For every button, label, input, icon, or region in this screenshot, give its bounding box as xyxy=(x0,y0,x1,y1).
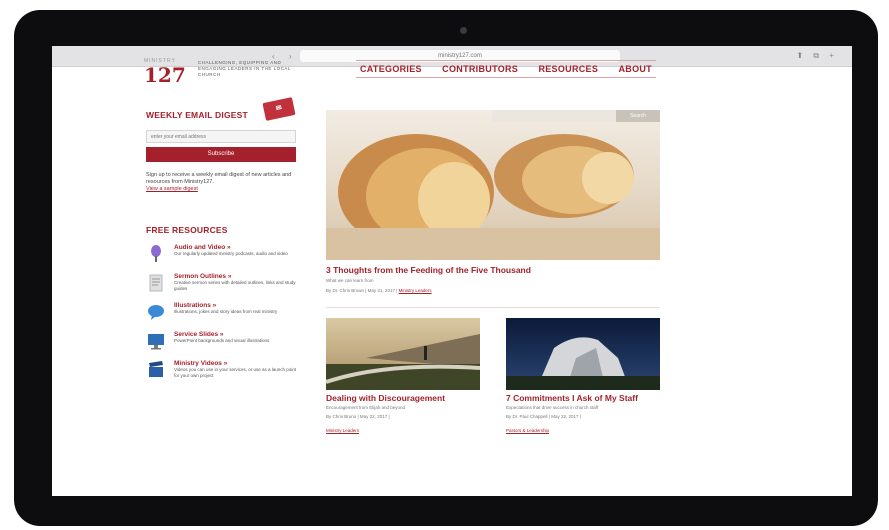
bread-photo xyxy=(326,134,660,260)
card-subtitle: Expectations that drive success in churc… xyxy=(506,405,599,410)
mountain-photo xyxy=(506,318,660,390)
card-byline: By Chris Bruno | May 22, 2017 | xyxy=(326,414,390,419)
card-subtitle: Encouragement from Elijah and beyond xyxy=(326,405,406,410)
resource-desc: Videos you can use in your services, or … xyxy=(174,367,296,378)
site-logo[interactable]: MINISTRY 127 xyxy=(144,58,186,85)
document-icon xyxy=(149,274,163,292)
clapperboard-icon xyxy=(149,361,163,377)
search-button[interactable]: Search xyxy=(616,110,660,122)
sample-digest-link[interactable]: View a sample digest xyxy=(146,186,294,193)
subscribe-button[interactable]: Subscribe xyxy=(146,147,296,162)
card-title[interactable]: Dealing with Discouragement xyxy=(326,393,445,403)
featured-category-link[interactable]: Ministry Leaders xyxy=(399,288,432,293)
card-image-discouragement[interactable] xyxy=(326,318,480,390)
card-image-commitments[interactable] xyxy=(506,318,660,390)
resource-name: Sermon Outlines » xyxy=(174,273,232,280)
resource-desc: Creative sermon series with detailed out… xyxy=(174,280,296,291)
card-category-link[interactable]: Pastors & Leadership xyxy=(506,428,549,433)
featured-title[interactable]: 3 Thoughts from the Feeding of the Five … xyxy=(326,265,531,275)
camera-icon xyxy=(460,27,467,34)
resource-name: Audio and Video » xyxy=(174,244,231,251)
resource-item-audio[interactable]: Audio and Video » Our regularly updated … xyxy=(146,244,298,264)
digest-description: Sign up to receive a weekly email digest… xyxy=(146,172,294,193)
featured-image[interactable]: Search xyxy=(326,110,660,260)
site-tagline: CHALLENGING, EQUIPPING AND ENGAGING LEAD… xyxy=(198,60,291,77)
nav-contributors[interactable]: CONTRIBUTORS xyxy=(442,64,518,74)
nav-about[interactable]: ABOUT xyxy=(618,64,652,74)
resource-desc: Illustrations, jokes and story ideas fro… xyxy=(174,309,278,314)
resource-item-slides[interactable]: Service Slides » PowerPoint backgrounds … xyxy=(146,331,298,351)
digest-description-text: Sign up to receive a weekly email digest… xyxy=(146,172,292,185)
resource-desc: Our regularly updated ministry podcasts,… xyxy=(174,251,288,256)
speech-bubble-icon xyxy=(148,305,164,320)
resource-name: Ministry Videos » xyxy=(174,360,228,367)
resource-desc: PowerPoint backgrounds and visual illust… xyxy=(174,338,270,343)
road-photo xyxy=(326,318,480,390)
card-link-wrap: Pastors & Leadership xyxy=(506,428,549,433)
search-input[interactable] xyxy=(492,110,616,122)
nav-resources[interactable]: RESOURCES xyxy=(538,64,598,74)
featured-meta: By Dr. Chris Brown | May 21, 2017 | Mini… xyxy=(326,288,432,293)
resource-item-sermon[interactable]: Sermon Outlines » Creative sermon series… xyxy=(146,273,298,293)
email-field[interactable] xyxy=(146,130,296,143)
card-category-link[interactable]: Ministry Leaders xyxy=(326,428,359,433)
main-nav: CATEGORIES CONTRIBUTORS RESOURCES ABOUT xyxy=(356,60,656,78)
nav-categories[interactable]: CATEGORIES xyxy=(360,64,422,74)
featured-byline: By Dr. Chris Brown | May 21, 2017 | xyxy=(326,288,398,293)
resource-name: Service Slides » xyxy=(174,331,224,338)
resource-name: Illustrations » xyxy=(174,302,217,309)
resource-item-illustrations[interactable]: Illustrations » Illustrations, jokes and… xyxy=(146,302,298,322)
featured-subtitle: What we can learn from xyxy=(326,278,374,283)
card-link-wrap: Ministry Leaders xyxy=(326,428,359,433)
monitor-icon xyxy=(148,334,164,350)
resource-item-videos[interactable]: Ministry Videos » Videos you can use in … xyxy=(146,360,298,380)
browser-action-icons[interactable]: ⬆ ⧉ + xyxy=(796,51,838,61)
logo-number: 127 xyxy=(144,63,186,87)
section-divider xyxy=(326,307,660,308)
microphone-icon xyxy=(151,245,161,262)
card-byline: By Dr. Paul Chappell | May 22, 2017 | xyxy=(506,414,581,419)
card-title[interactable]: 7 Commitments I Ask of My Staff xyxy=(506,393,638,403)
free-resources-title: FREE RESOURCES xyxy=(146,225,228,235)
sidebar: WEEKLY EMAIL DIGEST ✉ Subscribe Sign up … xyxy=(146,97,298,380)
